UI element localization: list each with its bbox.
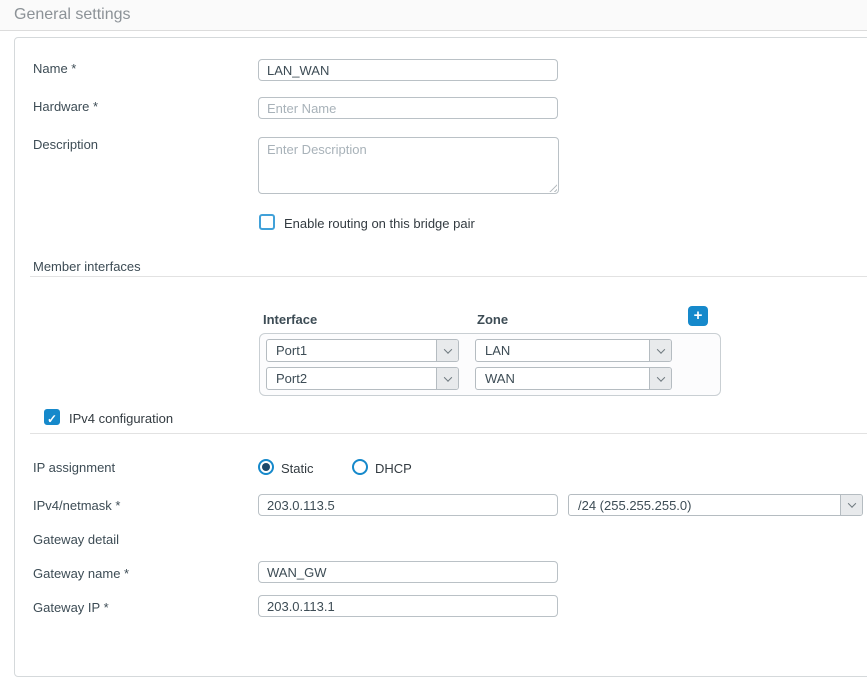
ipv4-netmask-label: IPv4/netmask * bbox=[33, 498, 120, 513]
interface-select-row2-value: Port2 bbox=[267, 371, 436, 386]
gateway-detail-label: Gateway detail bbox=[33, 532, 119, 547]
name-label: Name * bbox=[33, 61, 76, 76]
page-header: General settings bbox=[0, 0, 867, 31]
dhcp-radio[interactable] bbox=[352, 459, 368, 475]
name-input[interactable] bbox=[258, 59, 558, 81]
interface-select-row1-value: Port1 bbox=[267, 343, 436, 358]
column-header-zone: Zone bbox=[477, 312, 508, 327]
chevron-down-icon bbox=[840, 495, 862, 515]
member-interfaces-divider bbox=[30, 276, 867, 277]
static-radio[interactable] bbox=[258, 459, 274, 475]
gateway-name-input[interactable] bbox=[258, 561, 558, 583]
column-header-interface: Interface bbox=[263, 312, 317, 327]
ipv4-configuration-label[interactable]: IPv4 configuration bbox=[69, 411, 173, 426]
description-label: Description bbox=[33, 137, 98, 152]
hardware-input[interactable] bbox=[258, 97, 558, 119]
gateway-ip-label: Gateway IP * bbox=[33, 600, 109, 615]
zone-select-row1-value: LAN bbox=[476, 343, 649, 358]
member-interfaces-section-label: Member interfaces bbox=[33, 259, 141, 274]
zone-select-row2-value: WAN bbox=[476, 371, 649, 386]
chevron-down-icon bbox=[436, 340, 458, 361]
add-interface-button[interactable]: + bbox=[688, 306, 708, 326]
interface-select-row1[interactable]: Port1 bbox=[266, 339, 459, 362]
zone-select-row1[interactable]: LAN bbox=[475, 339, 672, 362]
check-icon: ✓ bbox=[47, 412, 57, 426]
gateway-name-label: Gateway name * bbox=[33, 566, 129, 581]
enable-routing-checkbox[interactable] bbox=[259, 214, 275, 230]
ipv4-section-divider bbox=[30, 433, 867, 434]
gateway-ip-input[interactable] bbox=[258, 595, 558, 617]
ip-assignment-label: IP assignment bbox=[33, 460, 115, 475]
description-textarea[interactable] bbox=[258, 137, 559, 194]
plus-icon: + bbox=[694, 307, 703, 324]
page-title: General settings bbox=[14, 6, 131, 24]
chevron-down-icon bbox=[649, 340, 671, 361]
hardware-label: Hardware * bbox=[33, 99, 98, 114]
netmask-select-value: /24 (255.255.255.0) bbox=[569, 498, 840, 513]
zone-select-row2[interactable]: WAN bbox=[475, 367, 672, 390]
ipv4-address-input[interactable] bbox=[258, 494, 558, 516]
chevron-down-icon bbox=[649, 368, 671, 389]
netmask-select[interactable]: /24 (255.255.255.0) bbox=[568, 494, 863, 516]
dhcp-radio-label[interactable]: DHCP bbox=[375, 461, 412, 476]
chevron-down-icon bbox=[436, 368, 458, 389]
ipv4-configuration-checkbox[interactable]: ✓ bbox=[44, 409, 60, 425]
static-radio-label[interactable]: Static bbox=[281, 461, 314, 476]
enable-routing-label[interactable]: Enable routing on this bridge pair bbox=[284, 216, 475, 231]
interface-select-row2[interactable]: Port2 bbox=[266, 367, 459, 390]
